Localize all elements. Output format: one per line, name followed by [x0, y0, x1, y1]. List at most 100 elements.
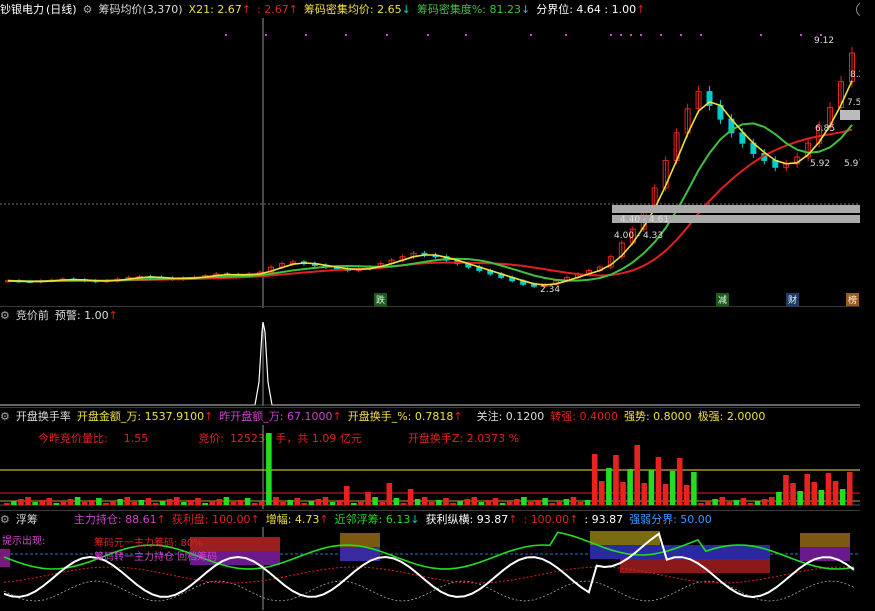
turnover-bar[interactable]	[259, 501, 265, 505]
turnover-bar[interactable]	[4, 503, 10, 505]
turnover-bar[interactable]	[393, 498, 400, 505]
turnover-bar[interactable]	[662, 484, 669, 505]
turnover-bar[interactable]	[542, 498, 548, 505]
turnover-bar[interactable]	[698, 503, 704, 505]
event-mark-3[interactable]: 财	[786, 293, 800, 306]
turnover-bar[interactable]	[322, 497, 329, 505]
turnover-bar[interactable]	[46, 498, 53, 505]
turnover-bar[interactable]	[761, 499, 768, 505]
turnover-bar[interactable]	[166, 499, 173, 505]
turnover-bar[interactable]	[145, 498, 152, 505]
turnover-bar[interactable]	[740, 498, 747, 505]
turnover-bar[interactable]	[599, 481, 605, 505]
turnover-bar[interactable]	[230, 502, 237, 505]
turnover-bar[interactable]	[825, 473, 832, 505]
turnover-bar[interactable]	[846, 472, 853, 505]
turnover-bar[interactable]	[783, 475, 789, 505]
turnover-bar[interactable]	[181, 502, 187, 505]
turnover-bar[interactable]	[25, 497, 31, 505]
auction-spike-chart[interactable]	[0, 322, 860, 406]
turnover-bar[interactable]	[336, 500, 343, 505]
turnover-bar[interactable]	[81, 502, 88, 505]
turnover-bar[interactable]	[499, 503, 506, 505]
turnover-bar[interactable]	[648, 470, 655, 505]
panel2-title[interactable]: 竞价前	[16, 307, 49, 323]
turnover-bar[interactable]	[294, 498, 300, 505]
turnover-bar[interactable]	[251, 503, 258, 505]
turnover-bar[interactable]	[152, 503, 159, 505]
turnover-bar[interactable]	[280, 502, 286, 505]
turnover-bar[interactable]	[117, 499, 123, 505]
event-mark-1[interactable]: 跌	[374, 293, 388, 306]
turnover-bar[interactable]	[676, 458, 683, 505]
turnover-bar[interactable]	[216, 499, 223, 505]
turnover-bar[interactable]	[188, 500, 194, 505]
turnover-bar[interactable]	[705, 501, 711, 505]
turnover-bar[interactable]	[457, 501, 463, 505]
turnover-bar[interactable]	[832, 481, 839, 505]
turnover-bar[interactable]	[96, 498, 102, 505]
settings-icon[interactable]: ⚙	[83, 3, 93, 16]
turnover-bar[interactable]	[138, 500, 145, 505]
turnover-bar[interactable]	[528, 502, 534, 505]
turnover-bar[interactable]	[67, 499, 74, 505]
turnover-bar[interactable]	[89, 500, 95, 505]
stock-name[interactable]: 钞银电力	[0, 1, 44, 17]
turnover-bar[interactable]	[244, 498, 251, 505]
turnover-bar[interactable]	[464, 499, 470, 505]
turnover-bar[interactable]	[103, 503, 109, 505]
turnover-bar[interactable]	[620, 482, 626, 505]
turnover-bar[interactable]	[429, 502, 435, 505]
panel3-title[interactable]: 开盘换手率	[16, 408, 71, 424]
turnover-bar[interactable]	[407, 489, 414, 505]
panel3-settings-icon[interactable]: ⚙	[0, 410, 10, 423]
turnover-bar[interactable]	[329, 502, 336, 505]
turnover-bar[interactable]	[754, 501, 761, 505]
turnover-bar[interactable]	[712, 499, 718, 505]
turnover-bar[interactable]	[223, 497, 230, 505]
turnover-bar[interactable]	[641, 483, 648, 505]
turnover-bar[interactable]	[591, 454, 598, 505]
turnover-bar[interactable]	[627, 469, 633, 505]
turnover-bar[interactable]	[436, 500, 442, 505]
turnover-bar[interactable]	[655, 457, 662, 505]
turnover-bar[interactable]	[266, 433, 272, 505]
turnover-bar[interactable]	[74, 497, 81, 505]
turnover-bar[interactable]	[358, 501, 364, 505]
turnover-bar[interactable]	[797, 491, 803, 505]
turnover-bar[interactable]	[386, 483, 393, 505]
turnover-bar[interactable]	[521, 497, 527, 505]
turnover-bar[interactable]	[570, 497, 577, 505]
turnover-bar[interactable]	[719, 497, 725, 505]
turnover-bar[interactable]	[549, 503, 555, 505]
turnover-bar[interactable]	[485, 500, 492, 505]
event-mark-4[interactable]: 榜	[846, 293, 860, 306]
turnover-bar[interactable]	[11, 501, 17, 505]
turnover-bar[interactable]	[53, 503, 60, 505]
turnover-bar[interactable]	[315, 499, 322, 505]
turnover-bar[interactable]	[478, 502, 485, 505]
turnover-bar[interactable]	[769, 497, 775, 505]
turnover-bar[interactable]	[308, 501, 315, 505]
turnover-bar[interactable]	[726, 502, 733, 505]
panel4-title[interactable]: 浮筹	[16, 511, 38, 527]
turnover-bar[interactable]	[790, 483, 796, 505]
turnover-bar[interactable]	[421, 497, 428, 505]
turnover-bar[interactable]	[747, 503, 754, 505]
turnover-bar[interactable]	[209, 501, 215, 505]
turnover-bar[interactable]	[60, 501, 67, 505]
turnover-bar[interactable]	[506, 501, 513, 505]
turnover-bar[interactable]	[351, 503, 357, 505]
turnover-bar[interactable]	[400, 503, 407, 505]
turnover-bar[interactable]	[450, 503, 456, 505]
panel2-settings-icon[interactable]: ⚙	[0, 309, 10, 322]
turnover-bar[interactable]	[287, 500, 293, 505]
turnover-bar[interactable]	[577, 502, 584, 505]
turnover-bar[interactable]	[443, 498, 449, 505]
panel4-settings-icon[interactable]: ⚙	[0, 513, 10, 526]
turnover-bar[interactable]	[32, 502, 38, 505]
turnover-bar[interactable]	[273, 497, 279, 505]
turnover-bar[interactable]	[471, 497, 478, 505]
turnover-bar[interactable]	[372, 497, 378, 505]
turnover-bar[interactable]	[584, 500, 591, 505]
